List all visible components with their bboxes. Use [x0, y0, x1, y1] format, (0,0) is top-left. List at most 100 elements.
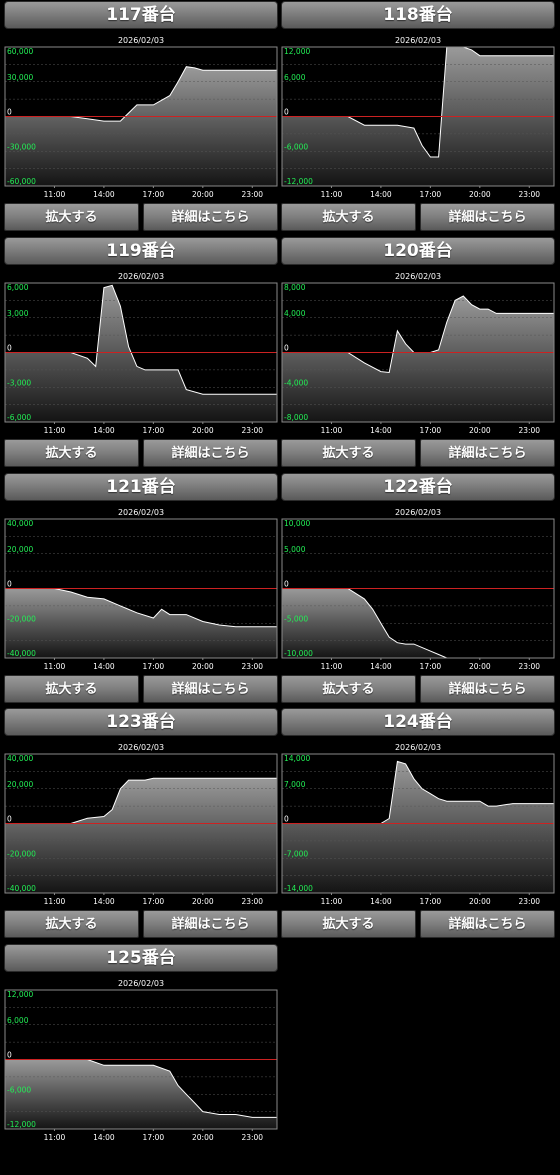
area-chart: 2026/02/03 14,000 7,000 0 -7,000 -14,000 11:00…: [281, 743, 555, 906]
area-chart: 2026/02/03 8,000 4,000 0 -4,000 -8,000 11:00 14…: [281, 272, 555, 435]
y-tick-label: 0: [284, 108, 289, 117]
x-tick-label: 20:00: [192, 1133, 214, 1142]
y-tick-label: -6,000: [7, 413, 31, 422]
zoom-button[interactable]: 拡大する: [4, 203, 139, 231]
detail-button[interactable]: 詳細はこちら: [420, 439, 555, 467]
x-tick-label: 14:00: [370, 426, 392, 435]
detail-button[interactable]: 詳細はこちら: [143, 439, 278, 467]
unit-panel: 118番台 2026/02/03 12,000 6,000 0 -6,000 -12,00…: [281, 0, 555, 232]
x-tick-label: 23:00: [518, 662, 540, 671]
y-tick-label: 3,000: [7, 309, 29, 318]
area-chart: 2026/02/03 6,000 3,000 0 -3,000 -6,000 11:00 14…: [4, 272, 278, 435]
y-tick-label: -60,000: [7, 177, 36, 186]
y-tick-label: -20,000: [7, 614, 36, 623]
chart-date: 2026/02/03: [395, 36, 441, 45]
x-tick-label: 20:00: [192, 662, 214, 671]
detail-button[interactable]: 詳細はこちら: [420, 203, 555, 231]
zoom-button[interactable]: 拡大する: [281, 439, 416, 467]
x-tick-label: 11:00: [44, 1133, 66, 1142]
y-tick-label: -20,000: [7, 849, 36, 858]
y-tick-label: -12,000: [284, 177, 313, 186]
x-tick-label: 23:00: [241, 426, 263, 435]
chart-date: 2026/02/03: [118, 979, 164, 988]
y-tick-label: 8,000: [284, 283, 306, 292]
area-chart: 2026/02/03 40,000 20,000 0 -20,000 -40,000 11:…: [4, 743, 278, 906]
y-tick-label: 20,000: [7, 545, 33, 554]
zoom-button[interactable]: 拡大する: [4, 675, 139, 703]
y-tick-label: 10,000: [284, 519, 310, 528]
detail-button[interactable]: 詳細はこちら: [143, 675, 278, 703]
x-tick-label: 17:00: [143, 897, 165, 906]
y-tick-label: 0: [284, 580, 289, 589]
panel-grid: 117番台 2026/02/03 60,000 30,000 0 -30,000 -60,…: [0, 0, 560, 1142]
y-tick-label: 0: [7, 344, 12, 353]
x-tick-label: 23:00: [518, 897, 540, 906]
area-chart: 2026/02/03 60,000 30,000 0 -30,000 -60,000 11:…: [4, 36, 278, 199]
y-tick-label: 6,000: [7, 1016, 29, 1025]
y-tick-label: 0: [284, 344, 289, 353]
unit-panel: 120番台 2026/02/03 8,000 4,000 0 -4,000 -8,000 1…: [281, 236, 555, 468]
chart-date: 2026/02/03: [118, 743, 164, 752]
y-tick-label: -4,000: [284, 378, 308, 387]
y-tick-label: 0: [7, 580, 12, 589]
x-tick-label: 14:00: [93, 190, 115, 199]
detail-button[interactable]: 詳細はこちら: [143, 203, 278, 231]
zoom-button[interactable]: 拡大する: [281, 910, 416, 938]
x-tick-label: 14:00: [370, 190, 392, 199]
area-fill: [282, 296, 554, 422]
area-fill: [282, 761, 554, 893]
unit-title: 119番台: [4, 237, 278, 265]
detail-button[interactable]: 詳細はこちら: [420, 675, 555, 703]
area-fill: [5, 66, 277, 186]
x-tick-label: 23:00: [241, 1133, 263, 1142]
x-tick-label: 20:00: [469, 190, 491, 199]
y-tick-label: -40,000: [7, 649, 36, 658]
y-tick-label: -30,000: [7, 142, 36, 151]
unit-panel: 125番台 2026/02/03 12,000 6,000 0 -6,000 -12,00…: [4, 943, 278, 1175]
x-tick-label: 17:00: [420, 662, 442, 671]
x-tick-label: 17:00: [143, 190, 165, 199]
unit-title: 121番台: [4, 473, 278, 501]
chart-date: 2026/02/03: [118, 272, 164, 281]
chart-date: 2026/02/03: [395, 508, 441, 517]
unit-panel: 124番台 2026/02/03 14,000 7,000 0 -7,000 -14,00…: [281, 707, 555, 939]
x-tick-label: 17:00: [420, 426, 442, 435]
x-tick-label: 23:00: [241, 897, 263, 906]
unit-panel: 122番台 2026/02/03 10,000 5,000 0 -5,000 -10,00…: [281, 472, 555, 704]
x-tick-label: 17:00: [143, 426, 165, 435]
unit-panel: 123番台 2026/02/03 40,000 20,000 0 -20,000 -40,…: [4, 707, 278, 939]
chart-date: 2026/02/03: [395, 743, 441, 752]
x-tick-label: 23:00: [518, 190, 540, 199]
unit-title: 122番台: [281, 473, 555, 501]
x-tick-label: 20:00: [469, 426, 491, 435]
y-tick-label: 30,000: [7, 73, 33, 82]
x-tick-label: 17:00: [143, 662, 165, 671]
y-tick-label: 20,000: [7, 780, 33, 789]
zoom-button[interactable]: 拡大する: [281, 203, 416, 231]
unit-title: 117番台: [4, 1, 278, 29]
detail-button[interactable]: 詳細はこちら: [143, 910, 278, 938]
x-tick-label: 11:00: [321, 426, 343, 435]
x-tick-label: 11:00: [44, 190, 66, 199]
x-tick-label: 20:00: [192, 426, 214, 435]
x-tick-label: 20:00: [192, 897, 214, 906]
x-tick-label: 23:00: [241, 662, 263, 671]
x-tick-label: 11:00: [321, 190, 343, 199]
unit-title: 120番台: [281, 237, 555, 265]
area-chart: 2026/02/03 10,000 5,000 0 -5,000 -10,000 11:00…: [281, 508, 555, 671]
unit-panel: 121番台 2026/02/03 40,000 20,000 0 -20,000 -40,…: [4, 472, 278, 704]
x-tick-label: 20:00: [469, 897, 491, 906]
area-chart: 2026/02/03 12,000 6,000 0 -6,000 -12,000 11:00…: [4, 979, 278, 1142]
x-tick-label: 14:00: [370, 662, 392, 671]
unit-title: 124番台: [281, 708, 555, 736]
zoom-button[interactable]: 拡大する: [4, 910, 139, 938]
zoom-button[interactable]: 拡大する: [4, 439, 139, 467]
x-tick-label: 20:00: [469, 662, 491, 671]
y-tick-label: 0: [7, 108, 12, 117]
y-tick-label: -14,000: [284, 884, 313, 893]
y-tick-label: 0: [284, 815, 289, 824]
zoom-button[interactable]: 拡大する: [281, 675, 416, 703]
detail-button[interactable]: 詳細はこちら: [420, 910, 555, 938]
x-tick-label: 11:00: [44, 897, 66, 906]
y-tick-label: 12,000: [7, 990, 33, 999]
